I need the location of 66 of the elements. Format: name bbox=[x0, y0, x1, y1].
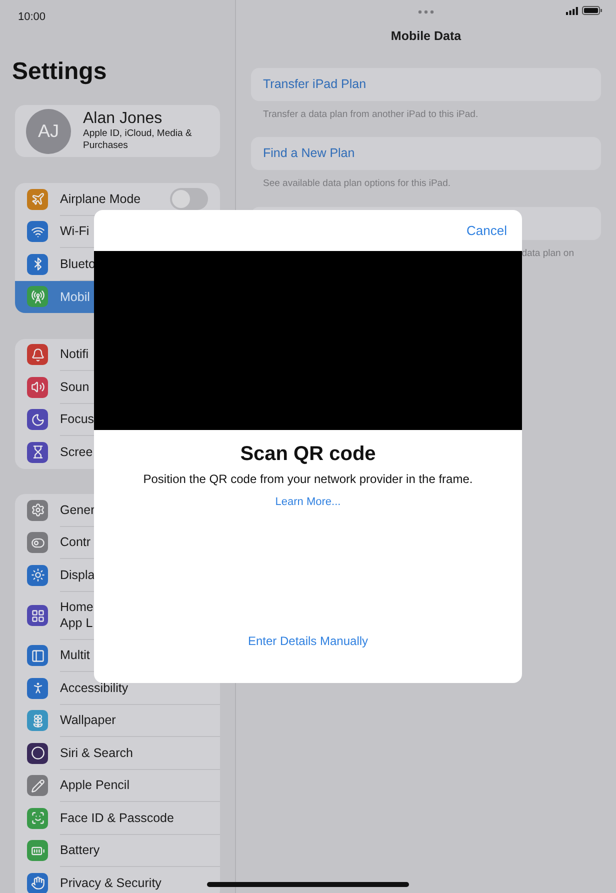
sun-icon bbox=[27, 564, 48, 586]
row-label: Contr bbox=[60, 534, 91, 550]
row-label: Home App L bbox=[60, 599, 94, 631]
dialog-title: Scan QR code bbox=[239, 442, 377, 466]
moon-icon bbox=[27, 409, 48, 430]
wifi-icon bbox=[27, 221, 48, 242]
flower-icon bbox=[27, 710, 48, 732]
signal-icon bbox=[566, 6, 578, 14]
toggle-switch[interactable] bbox=[170, 188, 208, 210]
row-label: Multit bbox=[60, 647, 90, 664]
hourglass-icon bbox=[27, 442, 48, 463]
cancel-button[interactable]: Cancel bbox=[466, 220, 507, 240]
grid-icon bbox=[27, 605, 48, 626]
row-label: Wi-Fi bbox=[60, 223, 90, 240]
settings-row[interactable]: Privacy & Security bbox=[15, 867, 220, 893]
row-label: Wallpaper bbox=[60, 712, 116, 728]
settings-row[interactable]: Scree bbox=[15, 436, 220, 468]
enter-manually-link[interactable]: Enter Details Manually bbox=[248, 632, 368, 650]
row-label: Airplane Mode bbox=[60, 190, 141, 207]
row-label: Battery bbox=[60, 842, 100, 858]
settings-row[interactable]: Face ID & Passcode bbox=[15, 802, 220, 834]
row-label: Accessibility bbox=[60, 680, 128, 696]
orb-icon bbox=[27, 742, 48, 764]
section-footer: Transfer a data plan from another iPad to this iPad. bbox=[251, 108, 601, 122]
detail-title: Mobile Data bbox=[390, 28, 462, 45]
gear-icon bbox=[27, 500, 48, 521]
settings-row[interactable]: Apple Pencil bbox=[15, 770, 220, 802]
settings-row[interactable]: Battery bbox=[15, 834, 220, 867]
row-label: Gener bbox=[60, 502, 95, 518]
learn-more-link[interactable]: Learn More... bbox=[275, 494, 341, 510]
avatar: AJ bbox=[26, 108, 71, 154]
row-label: Mobil bbox=[60, 288, 90, 305]
settings-row[interactable]: Wallpaper bbox=[15, 704, 220, 737]
hand-icon bbox=[27, 872, 48, 893]
dialog-message: Position the QR code from your network provider in the frame. bbox=[142, 471, 474, 488]
bell-icon bbox=[27, 344, 48, 366]
page-title: Settings bbox=[11, 57, 108, 87]
row-label: Scree bbox=[60, 444, 93, 460]
bluetooth-icon bbox=[27, 254, 48, 275]
profile-card[interactable]: AJ Alan Jones Apple ID, iCloud, Media & Purchases bbox=[15, 105, 220, 157]
settings-row[interactable]: Siri & Search bbox=[15, 737, 220, 770]
row-label: Siri & Search bbox=[60, 744, 133, 761]
profile-name: Alan Jones bbox=[83, 110, 164, 128]
section-footer: data plan on bbox=[522, 246, 601, 261]
row-label: Face ID & Passcode bbox=[60, 810, 174, 826]
row-label: Apple Pencil bbox=[60, 777, 130, 794]
row-label: Displa bbox=[60, 566, 95, 583]
status-time: 10:00 bbox=[18, 11, 46, 23]
row-label: Blueto bbox=[60, 256, 96, 272]
battery-icon bbox=[582, 6, 602, 15]
row-label: Soun bbox=[60, 378, 90, 395]
antenna-icon bbox=[27, 286, 48, 308]
plane-icon bbox=[27, 188, 48, 210]
row-label: Focus bbox=[60, 411, 94, 428]
speaker-icon bbox=[27, 376, 48, 398]
row-label: Notifi bbox=[60, 346, 88, 362]
battery-icon bbox=[27, 840, 48, 862]
more-dots-icon bbox=[418, 10, 434, 14]
profile-subtitle: Apple ID, iCloud, Media & Purchases bbox=[83, 128, 193, 152]
switches-icon bbox=[27, 532, 48, 554]
panel-icon bbox=[27, 645, 48, 666]
person-icon bbox=[27, 678, 48, 699]
face-scan-icon bbox=[27, 808, 48, 829]
pencil-icon bbox=[27, 775, 48, 796]
section-footer: See available data plan options for this iPad. bbox=[251, 177, 601, 192]
row-label: Privacy & Security bbox=[60, 875, 162, 892]
